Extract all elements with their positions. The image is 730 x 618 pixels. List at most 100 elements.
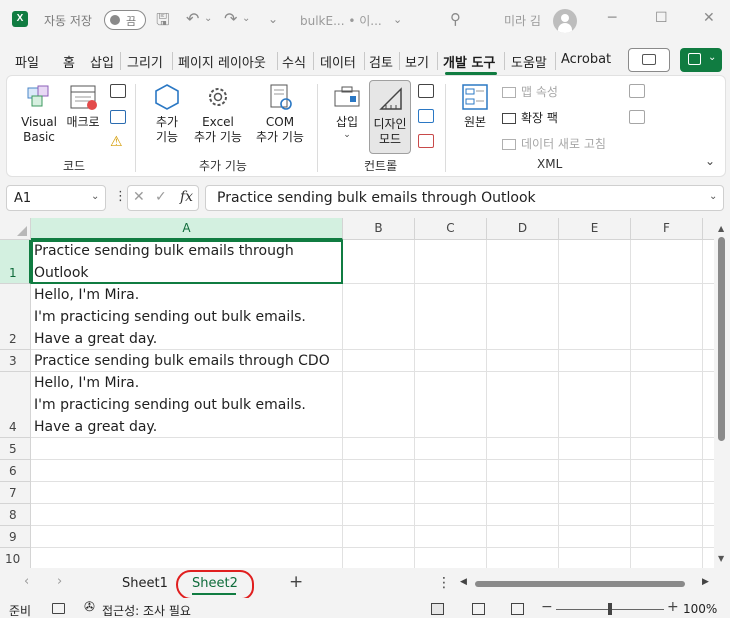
minimize-icon[interactable]: ─: [608, 10, 616, 26]
cell-c1[interactable]: [415, 240, 487, 284]
tab-page-layout[interactable]: 페이지 레이아웃: [178, 52, 266, 71]
tab-formulas[interactable]: 수식: [282, 52, 306, 71]
autosave-toggle[interactable]: 끔: [104, 10, 146, 30]
scroll-right-icon[interactable]: ▶: [702, 577, 709, 587]
cell-g6[interactable]: [703, 460, 714, 482]
maximize-icon[interactable]: ☐: [655, 10, 668, 26]
cell-g7[interactable]: [703, 482, 714, 504]
macro-security-icon[interactable]: ⚠: [110, 134, 123, 150]
xml-export-icon[interactable]: [629, 110, 645, 124]
comments-button[interactable]: [628, 48, 670, 72]
page-break-preview-icon[interactable]: [511, 603, 524, 615]
undo-icon[interactable]: ↶: [186, 9, 199, 28]
column-header-c[interactable]: C: [415, 218, 487, 240]
column-header-e[interactable]: E: [559, 218, 631, 240]
search-icon[interactable]: ⚲: [450, 10, 461, 28]
save-icon[interactable]: 🖫: [156, 9, 170, 36]
cell-b10[interactable]: [343, 548, 415, 568]
cell-b2[interactable]: [343, 284, 415, 350]
cell-a10[interactable]: [31, 548, 343, 568]
redo-dropdown-icon[interactable]: ⌄: [242, 13, 250, 24]
cell-f7[interactable]: [631, 482, 703, 504]
collapse-ribbon-icon[interactable]: ⌄: [705, 154, 715, 168]
horizontal-scroll-thumb[interactable]: [475, 581, 685, 587]
share-button[interactable]: ⌄: [680, 48, 722, 72]
cell-e7[interactable]: [559, 482, 631, 504]
cell-d8[interactable]: [487, 504, 559, 526]
tab-data[interactable]: 데이터: [320, 52, 356, 71]
cell-d1[interactable]: [487, 240, 559, 284]
column-header-d[interactable]: D: [487, 218, 559, 240]
cell-g3[interactable]: [703, 350, 714, 372]
cell-f5[interactable]: [631, 438, 703, 460]
vertical-scrollbar[interactable]: ▲ ▼: [714, 218, 730, 568]
filename-dropdown-icon[interactable]: ⌄: [393, 13, 402, 26]
cell-g5[interactable]: [703, 438, 714, 460]
cell-e3[interactable]: [559, 350, 631, 372]
cell-d3[interactable]: [487, 350, 559, 372]
column-header-f[interactable]: F: [631, 218, 703, 240]
macros-button[interactable]: 매크로: [63, 82, 103, 130]
tab-view[interactable]: 보기: [405, 52, 429, 71]
cell-c6[interactable]: [415, 460, 487, 482]
row-header-8[interactable]: 8: [0, 504, 31, 526]
tab-draw[interactable]: 그리기: [127, 52, 163, 71]
cell-a1[interactable]: Practice sending bulk emails through Out…: [31, 240, 343, 284]
cell-a2[interactable]: Hello, I'm Mira. I'm practicing sending …: [31, 284, 343, 350]
previous-sheet-icon[interactable]: ‹: [24, 574, 29, 589]
tab-developer[interactable]: 개발 도구: [443, 52, 495, 71]
cell-f3[interactable]: [631, 350, 703, 372]
excel-addins-button[interactable]: Excel 추가 기능: [190, 82, 246, 145]
redo-icon[interactable]: ↷: [224, 9, 237, 28]
relative-reference-icon[interactable]: [110, 110, 126, 124]
cell-e8[interactable]: [559, 504, 631, 526]
design-mode-button[interactable]: 디자인 모드: [369, 80, 411, 154]
cell-f10[interactable]: [631, 548, 703, 568]
normal-view-icon[interactable]: [431, 603, 444, 615]
cell-b4[interactable]: [343, 372, 415, 438]
column-header-g[interactable]: [703, 218, 714, 240]
cell-d2[interactable]: [487, 284, 559, 350]
cell-d5[interactable]: [487, 438, 559, 460]
more-options-icon[interactable]: ⋮: [114, 189, 127, 204]
xml-import-icon[interactable]: [629, 84, 645, 98]
enter-icon[interactable]: ✓: [155, 189, 167, 205]
row-header-9[interactable]: 9: [0, 526, 31, 548]
cell-c9[interactable]: [415, 526, 487, 548]
cell-c7[interactable]: [415, 482, 487, 504]
tab-acrobat[interactable]: Acrobat: [561, 52, 611, 67]
tab-help[interactable]: 도움말: [511, 52, 547, 71]
undo-dropdown-icon[interactable]: ⌄: [204, 13, 212, 24]
next-sheet-icon[interactable]: ›: [57, 574, 62, 589]
cell-d6[interactable]: [487, 460, 559, 482]
properties-icon[interactable]: [418, 84, 434, 98]
cell-b8[interactable]: [343, 504, 415, 526]
cell-g4[interactable]: [703, 372, 714, 438]
expansion-packs-button[interactable]: 확장 팩: [502, 109, 558, 126]
page-layout-view-icon[interactable]: [472, 603, 485, 615]
cell-a7[interactable]: [31, 482, 343, 504]
cell-c10[interactable]: [415, 548, 487, 568]
cell-g9[interactable]: [703, 526, 714, 548]
com-addins-button[interactable]: COM 추가 기능: [252, 82, 308, 145]
cell-g8[interactable]: [703, 504, 714, 526]
cell-e9[interactable]: [559, 526, 631, 548]
tab-home[interactable]: 홈: [63, 52, 75, 71]
cell-e2[interactable]: [559, 284, 631, 350]
column-header-b[interactable]: B: [343, 218, 415, 240]
formula-bar[interactable]: Practice sending bulk emails through Out…: [205, 185, 724, 211]
row-header-5[interactable]: 5: [0, 438, 31, 460]
close-icon[interactable]: ✕: [703, 10, 715, 26]
cell-a9[interactable]: [31, 526, 343, 548]
row-header-1[interactable]: 1: [0, 240, 31, 284]
accessibility-status[interactable]: 접근성: 조사 필요: [102, 602, 191, 618]
visual-basic-button[interactable]: Visual Basic: [19, 82, 59, 145]
add-sheet-icon[interactable]: +: [289, 572, 303, 592]
cell-c8[interactable]: [415, 504, 487, 526]
cell-a6[interactable]: [31, 460, 343, 482]
select-all-button[interactable]: [0, 218, 31, 240]
cell-b5[interactable]: [343, 438, 415, 460]
macro-recording-icon[interactable]: [52, 603, 65, 614]
cell-c4[interactable]: [415, 372, 487, 438]
cell-a8[interactable]: [31, 504, 343, 526]
